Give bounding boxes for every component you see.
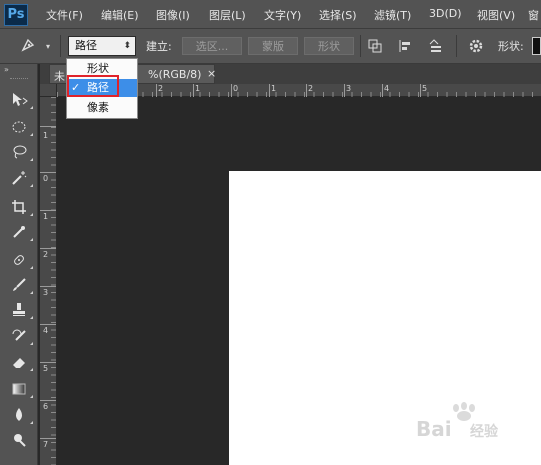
ruler-major-tick [40, 210, 56, 211]
history-brush-tool-icon[interactable] [8, 328, 30, 348]
path-arrangement-icon[interactable] [427, 38, 445, 59]
dropdown-item-label: 像素 [87, 101, 109, 114]
ruler-label: 2 [43, 250, 49, 259]
mode-select[interactable]: 路径 ⬍ [68, 36, 136, 56]
ruler-label: 5 [43, 364, 49, 373]
blur-tool-icon[interactable] [8, 407, 30, 427]
ruler-label: 7 [43, 440, 49, 449]
tool-flyout-indicator [30, 213, 33, 216]
eraser-tool-icon[interactable] [8, 354, 30, 374]
tool-flyout-indicator [30, 266, 33, 269]
menu-select[interactable]: 选择(S) [319, 7, 357, 23]
path-alignment-icon[interactable] [397, 38, 413, 59]
lasso-tool-icon[interactable] [8, 144, 30, 164]
menu-image[interactable]: 图像(I) [156, 7, 190, 23]
tool-flyout-indicator [30, 291, 33, 294]
custom-shape-picker[interactable] [532, 37, 541, 55]
crop-tool-icon[interactable] [8, 199, 30, 219]
ruler-major-tick [40, 126, 56, 127]
photoshop-logo: Ps [4, 4, 28, 26]
tool-flyout-indicator [30, 238, 33, 241]
separator [60, 35, 61, 57]
menu-layer[interactable]: 图层(L) [209, 7, 246, 23]
ruler-major-tick [40, 362, 56, 363]
vertical-ruler[interactable]: 1 0 1 2 3 4 5 6 7 [40, 84, 57, 465]
shape-button[interactable]: 形状 [304, 37, 354, 55]
move-tool-icon[interactable] [8, 92, 30, 112]
ruler-label: 4 [43, 326, 49, 335]
tool-flyout-indicator [30, 316, 33, 319]
selection-button[interactable]: 选区... [182, 37, 242, 55]
tool-flyout-indicator [30, 106, 33, 109]
ruler-label: 0 [43, 174, 49, 183]
path-operations-icon[interactable] [367, 38, 383, 59]
menu-edit[interactable]: 编辑(E) [101, 7, 139, 23]
annotation-highlight-box [67, 75, 119, 97]
svg-text:经验: 经验 [470, 423, 499, 440]
ruler-major-tick [40, 438, 56, 439]
magic-wand-tool-icon[interactable] [8, 170, 30, 190]
tool-flyout-indicator [30, 133, 33, 136]
ruler-major-tick [40, 248, 56, 249]
menu-window[interactable]: 窗 [528, 7, 539, 23]
mask-button[interactable]: 蒙版 [248, 37, 298, 55]
ruler-label: 1 [43, 131, 49, 140]
document-tab-title-suffix: %(RGB/8) [148, 68, 202, 81]
separator [360, 35, 361, 57]
tool-flyout-indicator [30, 342, 33, 345]
tool-flyout-indicator [30, 158, 33, 161]
pen-icon[interactable] [20, 37, 38, 58]
mode-select-value: 路径 [75, 39, 97, 52]
collapse-panel-icon[interactable]: » [4, 65, 9, 74]
ruler-label: 6 [43, 402, 49, 411]
dodge-tool-icon[interactable] [8, 432, 30, 452]
dropdown-item-pixels[interactable]: 像素 [67, 99, 137, 117]
document-tab-title-prefix: 未 [54, 70, 65, 83]
ruler-major-tick [40, 400, 56, 401]
baidu-watermark-logo: Bai 经验 [412, 402, 536, 442]
marquee-tool-icon[interactable] [8, 119, 30, 139]
menu-view[interactable]: 视图(V) [477, 7, 515, 23]
gradient-tool-icon[interactable] [8, 381, 30, 401]
menu-file[interactable]: 文件(F) [46, 7, 83, 23]
tab-close-icon[interactable]: × [207, 67, 216, 80]
tool-flyout-indicator [30, 421, 33, 424]
tool-flyout-indicator [30, 184, 33, 187]
clone-stamp-tool-icon[interactable] [8, 302, 30, 322]
menu-3d[interactable]: 3D(D) [429, 7, 462, 20]
ruler-label: 1 [43, 212, 49, 221]
eyedropper-tool-icon[interactable] [8, 224, 30, 244]
build-label: 建立: [146, 40, 172, 53]
svg-text:Bai: Bai [416, 417, 452, 441]
ruler-origin-corner[interactable] [40, 84, 57, 97]
select-arrows-icon: ⬍ [123, 41, 131, 51]
panel-grip[interactable] [10, 78, 28, 81]
shape-label: 形状: [498, 40, 524, 53]
menu-bar: Ps 文件(F) 编辑(E) 图像(I) 图层(L) 文字(Y) 选择(S) 滤… [0, 0, 541, 28]
tools-panel: » [0, 64, 38, 465]
tool-flyout-indicator [30, 395, 33, 398]
ruler-major-tick [40, 286, 56, 287]
tool-preset-chevron-icon[interactable]: ▾ [46, 39, 50, 55]
ruler-major-tick [40, 324, 56, 325]
menu-type[interactable]: 文字(Y) [264, 7, 301, 23]
ruler-major-tick [40, 172, 56, 173]
menu-filter[interactable]: 滤镜(T) [374, 7, 411, 23]
ruler-minor-ticks [51, 97, 56, 465]
ruler-label: 3 [43, 288, 49, 297]
healing-brush-tool-icon[interactable] [8, 252, 30, 272]
tool-flyout-indicator [30, 368, 33, 371]
gear-icon[interactable] [468, 38, 484, 59]
separator [456, 35, 457, 57]
brush-tool-icon[interactable] [8, 277, 30, 297]
